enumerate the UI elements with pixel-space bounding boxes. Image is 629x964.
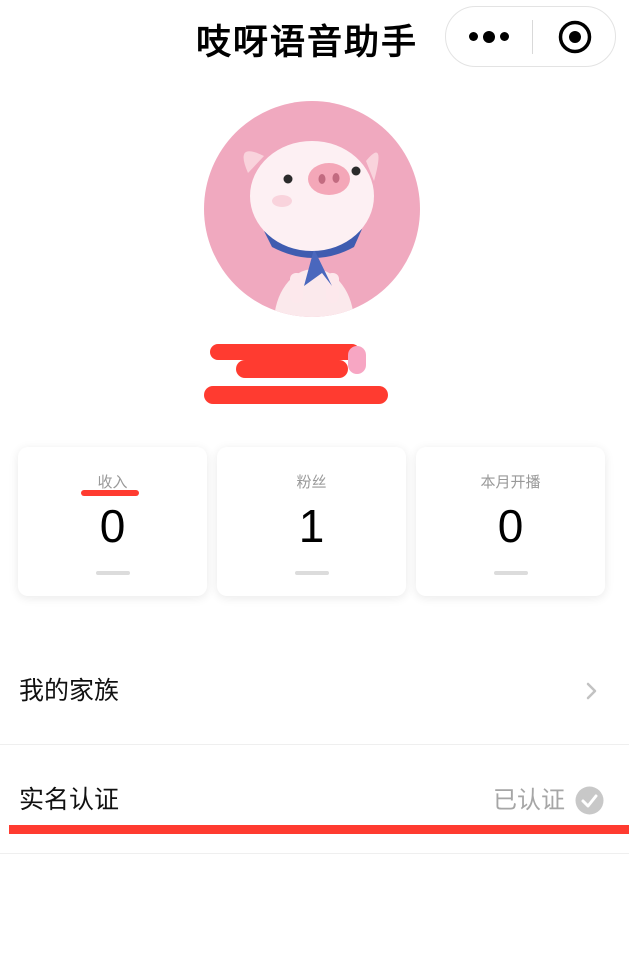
stat-value: 0 [497,500,524,552]
close-button[interactable] [533,7,616,66]
more-options-button[interactable] [446,7,532,66]
stat-label: 收入 [97,473,128,491]
target-close-icon [558,20,591,53]
check-circle-icon [575,786,604,815]
menu-item-real-name-verification[interactable]: 实名认证 已认证 [0,746,629,854]
stat-label: 本月开播 [480,473,541,491]
stat-label: 粉丝 [296,473,327,491]
verification-status: 已认证 [493,786,565,814]
stat-card-fans[interactable]: 粉丝 1 [217,447,406,596]
red-annotation-line [9,825,629,834]
dot-icon [483,30,495,43]
dot-icon [500,32,509,41]
stat-underline [95,571,130,575]
menu-item-label: 实名认证 [19,785,120,814]
divider [0,744,629,745]
stat-underline [294,571,329,575]
stat-value: 0 [99,500,126,552]
capsule-menu [445,6,616,67]
menu-item-my-family[interactable]: 我的家族 [0,637,629,745]
avatar[interactable] [204,101,420,317]
redaction-mark [81,490,139,496]
divider [0,853,629,854]
stat-value: 1 [298,500,325,552]
app-title: 吱呀语音助手 [196,23,419,63]
stat-card-monthly-live[interactable]: 本月开播 0 [416,447,605,596]
menu-item-label: 我的家族 [19,676,120,705]
dot-icon [469,32,478,41]
stat-underline [493,571,528,575]
chevron-right-icon [586,682,597,700]
pig-avatar-image [243,141,379,317]
stat-card-income[interactable]: 收入 0 [18,447,207,596]
